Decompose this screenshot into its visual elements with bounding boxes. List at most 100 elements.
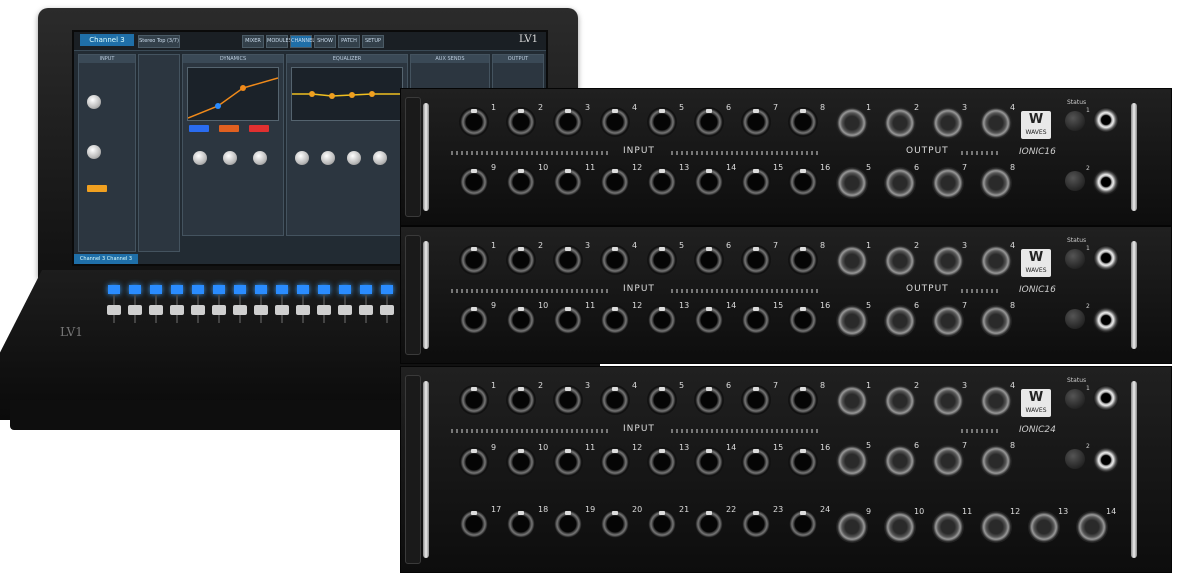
model-name: IONIC24 (1019, 425, 1056, 435)
input-xlr-icon (741, 447, 771, 477)
status-label: Status (1067, 99, 1087, 106)
input-number: 10 (538, 301, 549, 310)
preset-name: Stereo Top (3/7) (138, 35, 180, 48)
output-xlr-icon (836, 445, 868, 477)
input-number: 12 (632, 301, 643, 310)
channel-fader (147, 285, 165, 325)
stagebox-1: 1 2 3 4 5 6 7 8 9 10 11 12 13 14 15 16 INPUT OUTPUT 1 2 3 4 5 6… (400, 88, 1172, 226)
input-number: 15 (773, 301, 784, 310)
input-number: 12 (632, 443, 643, 452)
fader-bank (105, 285, 405, 325)
output-number: 1 (866, 241, 872, 250)
rack-handle-icon (1131, 381, 1137, 558)
waves-logo: W WAVES (1021, 249, 1051, 277)
output-xlr-icon (836, 245, 868, 277)
input-xlr-icon (600, 385, 630, 415)
panel-hash (451, 289, 611, 293)
input-xlr-icon (459, 245, 489, 275)
output-xlr-icon (1076, 511, 1108, 543)
waves-wordmark: WAVES (1025, 407, 1047, 414)
output-number: 7 (962, 441, 968, 450)
rack-handle-icon (1131, 241, 1137, 349)
knob-icon (223, 151, 237, 165)
output-xlr-icon (884, 511, 916, 543)
input-number: 3 (585, 241, 591, 250)
input-number: 7 (773, 103, 779, 112)
channel-fader (294, 285, 312, 325)
channel-fader (189, 285, 207, 325)
output-number: 2 (914, 241, 920, 250)
input-number: 20 (632, 505, 643, 514)
input-number: 23 (773, 505, 784, 514)
input-number: 1 (491, 103, 497, 112)
input-xlr-icon (553, 447, 583, 477)
input-number: 5 (679, 241, 685, 250)
output-number: 7 (962, 301, 968, 310)
rack-handle-icon (423, 241, 429, 349)
output-xlr-icon (932, 167, 964, 199)
output-number: 4 (1010, 381, 1016, 390)
fader-led-icon (297, 285, 309, 294)
input-number: 15 (773, 163, 784, 172)
input-panel-title: INPUT (79, 55, 135, 63)
tab-modules: MODULES (266, 35, 292, 48)
panel-hash (671, 289, 821, 293)
input-number: 14 (726, 301, 737, 310)
input-xlr-icon (694, 305, 724, 335)
phones-number: 2 (1086, 303, 1090, 310)
input-xlr-icon (788, 167, 818, 197)
input-xlr-icon (553, 509, 583, 539)
input-xlr-icon (694, 107, 724, 137)
output-xlr-icon (836, 511, 868, 543)
knob-icon (87, 145, 101, 159)
input-number: 22 (726, 505, 737, 514)
input-number: 5 (679, 103, 685, 112)
output-number: 3 (962, 381, 968, 390)
output-xlr-icon (932, 445, 964, 477)
panel-hash (671, 429, 821, 433)
knob-icon (87, 95, 101, 109)
input-xlr-icon (741, 385, 771, 415)
input-xlr-icon (788, 385, 818, 415)
channel-name: Channel 3 (80, 34, 134, 46)
input-xlr-icon (600, 245, 630, 275)
input-xlr-icon (741, 305, 771, 335)
insert-panel (138, 54, 180, 252)
input-number: 16 (820, 163, 831, 172)
output-number: 4 (1010, 241, 1016, 250)
fader-knob-icon (149, 305, 163, 315)
dynamics-title: DYNAMICS (183, 55, 283, 63)
rack-ear (405, 97, 421, 217)
input-number: 24 (820, 505, 831, 514)
input-xlr-icon (647, 447, 677, 477)
input-number: 2 (538, 381, 544, 390)
knob-icon (347, 151, 361, 165)
output-xlr-icon (980, 167, 1012, 199)
input-xlr-icon (506, 447, 536, 477)
input-xlr-icon (600, 509, 630, 539)
input-xlr-icon (788, 107, 818, 137)
input-number: 6 (726, 381, 732, 390)
headphone-jack-icon (1093, 307, 1119, 333)
input-xlr-icon (600, 447, 630, 477)
phones-number: 1 (1086, 245, 1090, 252)
fader-led-icon (192, 285, 204, 294)
input-xlr-icon (506, 245, 536, 275)
output-number: 4 (1010, 103, 1016, 112)
fader-led-icon (171, 285, 183, 294)
input-number: 15 (773, 443, 784, 452)
output-xlr-icon (980, 385, 1012, 417)
output-number: 3 (962, 241, 968, 250)
input-xlr-icon (600, 167, 630, 197)
fader-knob-icon (233, 305, 247, 315)
input-xlr-icon (741, 107, 771, 137)
input-number: 18 (538, 505, 549, 514)
fader-knob-icon (170, 305, 184, 315)
panel-hash (961, 429, 1001, 433)
headphone-jack-icon (1093, 169, 1119, 195)
input-label: INPUT (623, 284, 655, 294)
console-logo: LV1 (518, 34, 538, 45)
output-xlr-icon (884, 445, 916, 477)
input-label: INPUT (623, 424, 655, 434)
output-xlr-icon (980, 445, 1012, 477)
